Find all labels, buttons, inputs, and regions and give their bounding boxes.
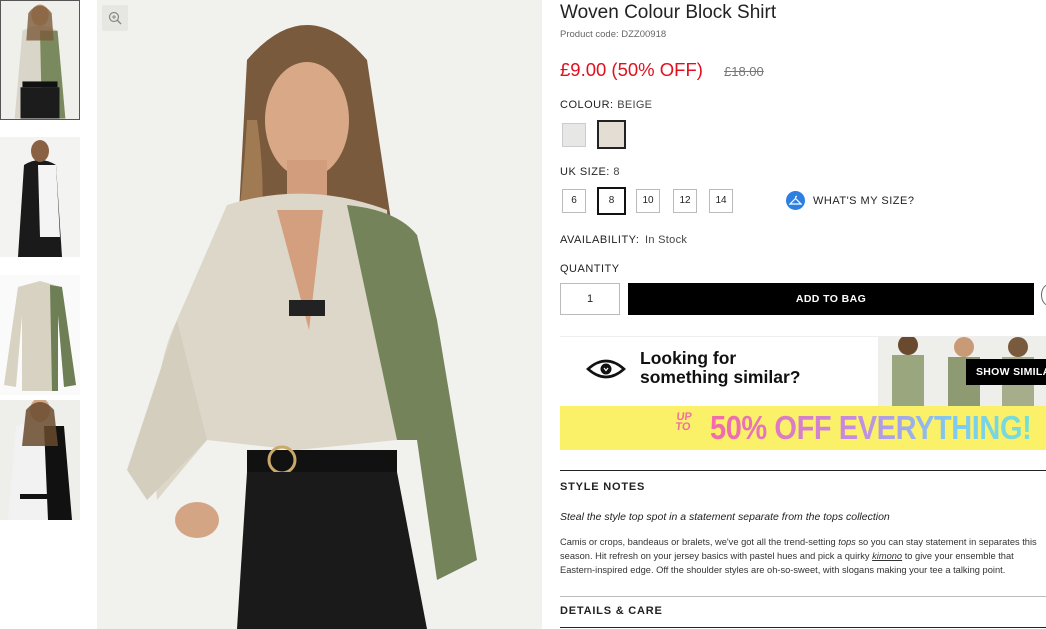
zoom-button[interactable] <box>102 5 128 31</box>
size-option-12[interactable]: 12 <box>673 189 697 213</box>
product-title: Woven Colour Block Shirt <box>560 2 777 23</box>
size-option-6[interactable]: 6 <box>562 189 586 213</box>
style-notes-lead: Steal the style top spot in a statement … <box>560 511 890 523</box>
wishlist-icon[interactable] <box>1041 284 1046 306</box>
add-to-bag-button[interactable]: ADD TO BAG <box>628 283 1034 315</box>
style-notes-heading[interactable]: STYLE NOTES <box>560 481 645 493</box>
zoom-icon <box>108 11 122 25</box>
divider <box>560 470 1046 471</box>
colour-label: COLOUR: BEIGE <box>560 99 653 111</box>
promo-text: 50% OFF EVERYTHING! <box>710 409 1032 446</box>
divider <box>560 627 1046 628</box>
size-option-14[interactable]: 14 <box>709 189 733 213</box>
main-product-image[interactable] <box>97 0 542 629</box>
quantity-label: QUANTITY <box>560 263 620 275</box>
colour-swatch-grey[interactable] <box>562 123 586 147</box>
original-price: £18.00 <box>724 64 764 79</box>
details-care-heading[interactable]: DETAILS & CARE <box>560 605 663 617</box>
kimono-link[interactable]: kimono <box>872 551 902 561</box>
availability-label: AVAILABILITY: In Stock <box>560 234 688 246</box>
colour-value: BEIGE <box>617 99 653 111</box>
similar-text: Looking for something similar? <box>640 348 801 387</box>
whats-my-size-link[interactable]: WHAT'S MY SIZE? <box>786 191 914 210</box>
quantity-input[interactable]: 1 <box>560 283 620 315</box>
colour-swatch-beige[interactable] <box>597 120 626 149</box>
size-label: UK SIZE: 8 <box>560 166 620 178</box>
eye-icon <box>586 359 626 379</box>
size-value: 8 <box>613 166 620 178</box>
thumbnail-front[interactable] <box>0 0 80 120</box>
size-option-10[interactable]: 10 <box>636 189 660 213</box>
promo-prefix: UP TO <box>674 411 693 433</box>
size-option-8[interactable]: 8 <box>597 187 626 215</box>
style-notes-body: Camis or crops, bandeaus or bralets, we'… <box>560 537 1037 575</box>
product-code: Product code: DZZ00918 <box>560 29 667 40</box>
hanger-icon <box>786 191 805 210</box>
sale-price: £9.00 (50% OFF) <box>560 59 703 80</box>
thumbnail-back[interactable] <box>0 137 80 257</box>
thumbnail-black-variant[interactable] <box>0 400 80 520</box>
availability-value: In Stock <box>645 234 688 246</box>
similar-items-banner[interactable]: Looking for something similar? SHOW SIMI… <box>560 336 1046 407</box>
promo-banner[interactable]: UP TO 50% OFF EVERYTHING! <box>560 406 1046 450</box>
thumbnail-flat[interactable] <box>0 275 80 395</box>
divider <box>560 596 1046 597</box>
show-similar-button[interactable]: SHOW SIMILAR <box>966 359 1046 385</box>
